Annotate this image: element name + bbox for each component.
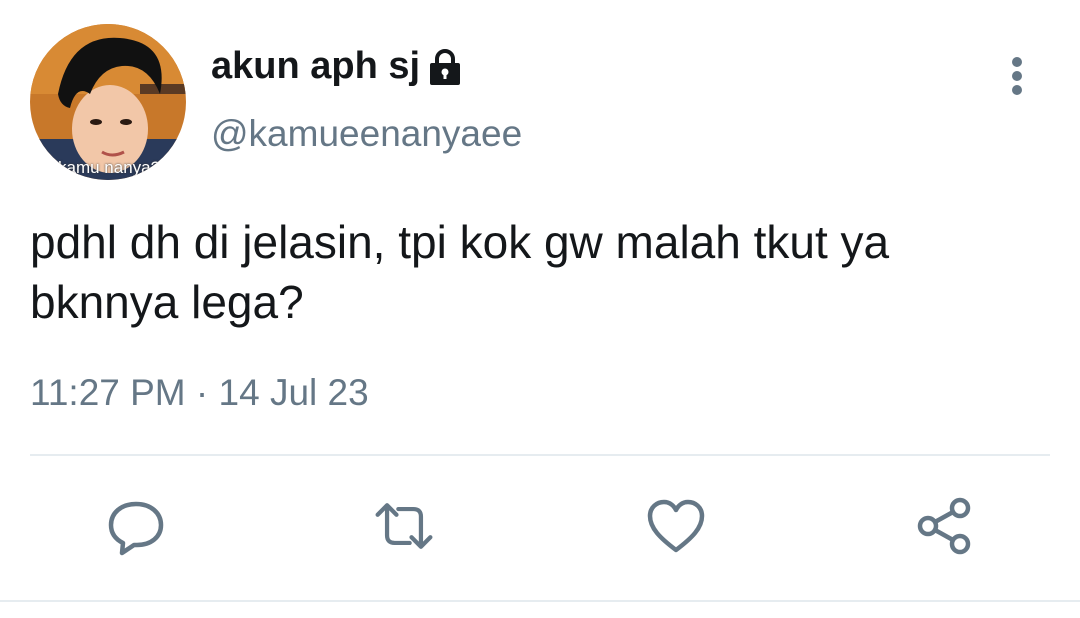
more-vertical-icon [1012, 57, 1022, 95]
reply-button[interactable] [104, 494, 168, 558]
display-name-row: akun aph sj [211, 45, 462, 88]
user-handle[interactable]: @kamueenanyaee [211, 113, 522, 155]
share-button[interactable] [912, 494, 976, 558]
more-options-button[interactable] [1000, 54, 1034, 98]
avatar-image [30, 24, 186, 180]
like-icon [647, 499, 705, 553]
tweet-date: 14 Jul 23 [218, 372, 369, 413]
display-name[interactable]: akun aph sj [211, 45, 420, 88]
tweet: kamu nanya? akun aph sj @kamueenanyaee p… [0, 0, 1080, 618]
like-button[interactable] [644, 494, 708, 558]
share-icon [917, 497, 971, 555]
tweet-time: 11:27 PM [30, 372, 186, 413]
reply-icon [108, 501, 164, 556]
timestamp-separator: · [195, 372, 209, 413]
retweet-button[interactable] [372, 494, 436, 558]
avatar[interactable]: kamu nanya? [30, 24, 186, 180]
divider [30, 454, 1050, 456]
tweet-text: pdhl dh di jelasin, tpi kok gw malah tku… [30, 216, 890, 328]
avatar-caption: kamu nanya? [58, 158, 161, 177]
lock-icon [428, 48, 462, 86]
tweet-timestamp: 11:27 PM · 14 Jul 23 [30, 372, 369, 414]
bottom-divider [0, 600, 1080, 602]
retweet-icon [375, 503, 433, 549]
tweet-actions [0, 494, 1080, 558]
